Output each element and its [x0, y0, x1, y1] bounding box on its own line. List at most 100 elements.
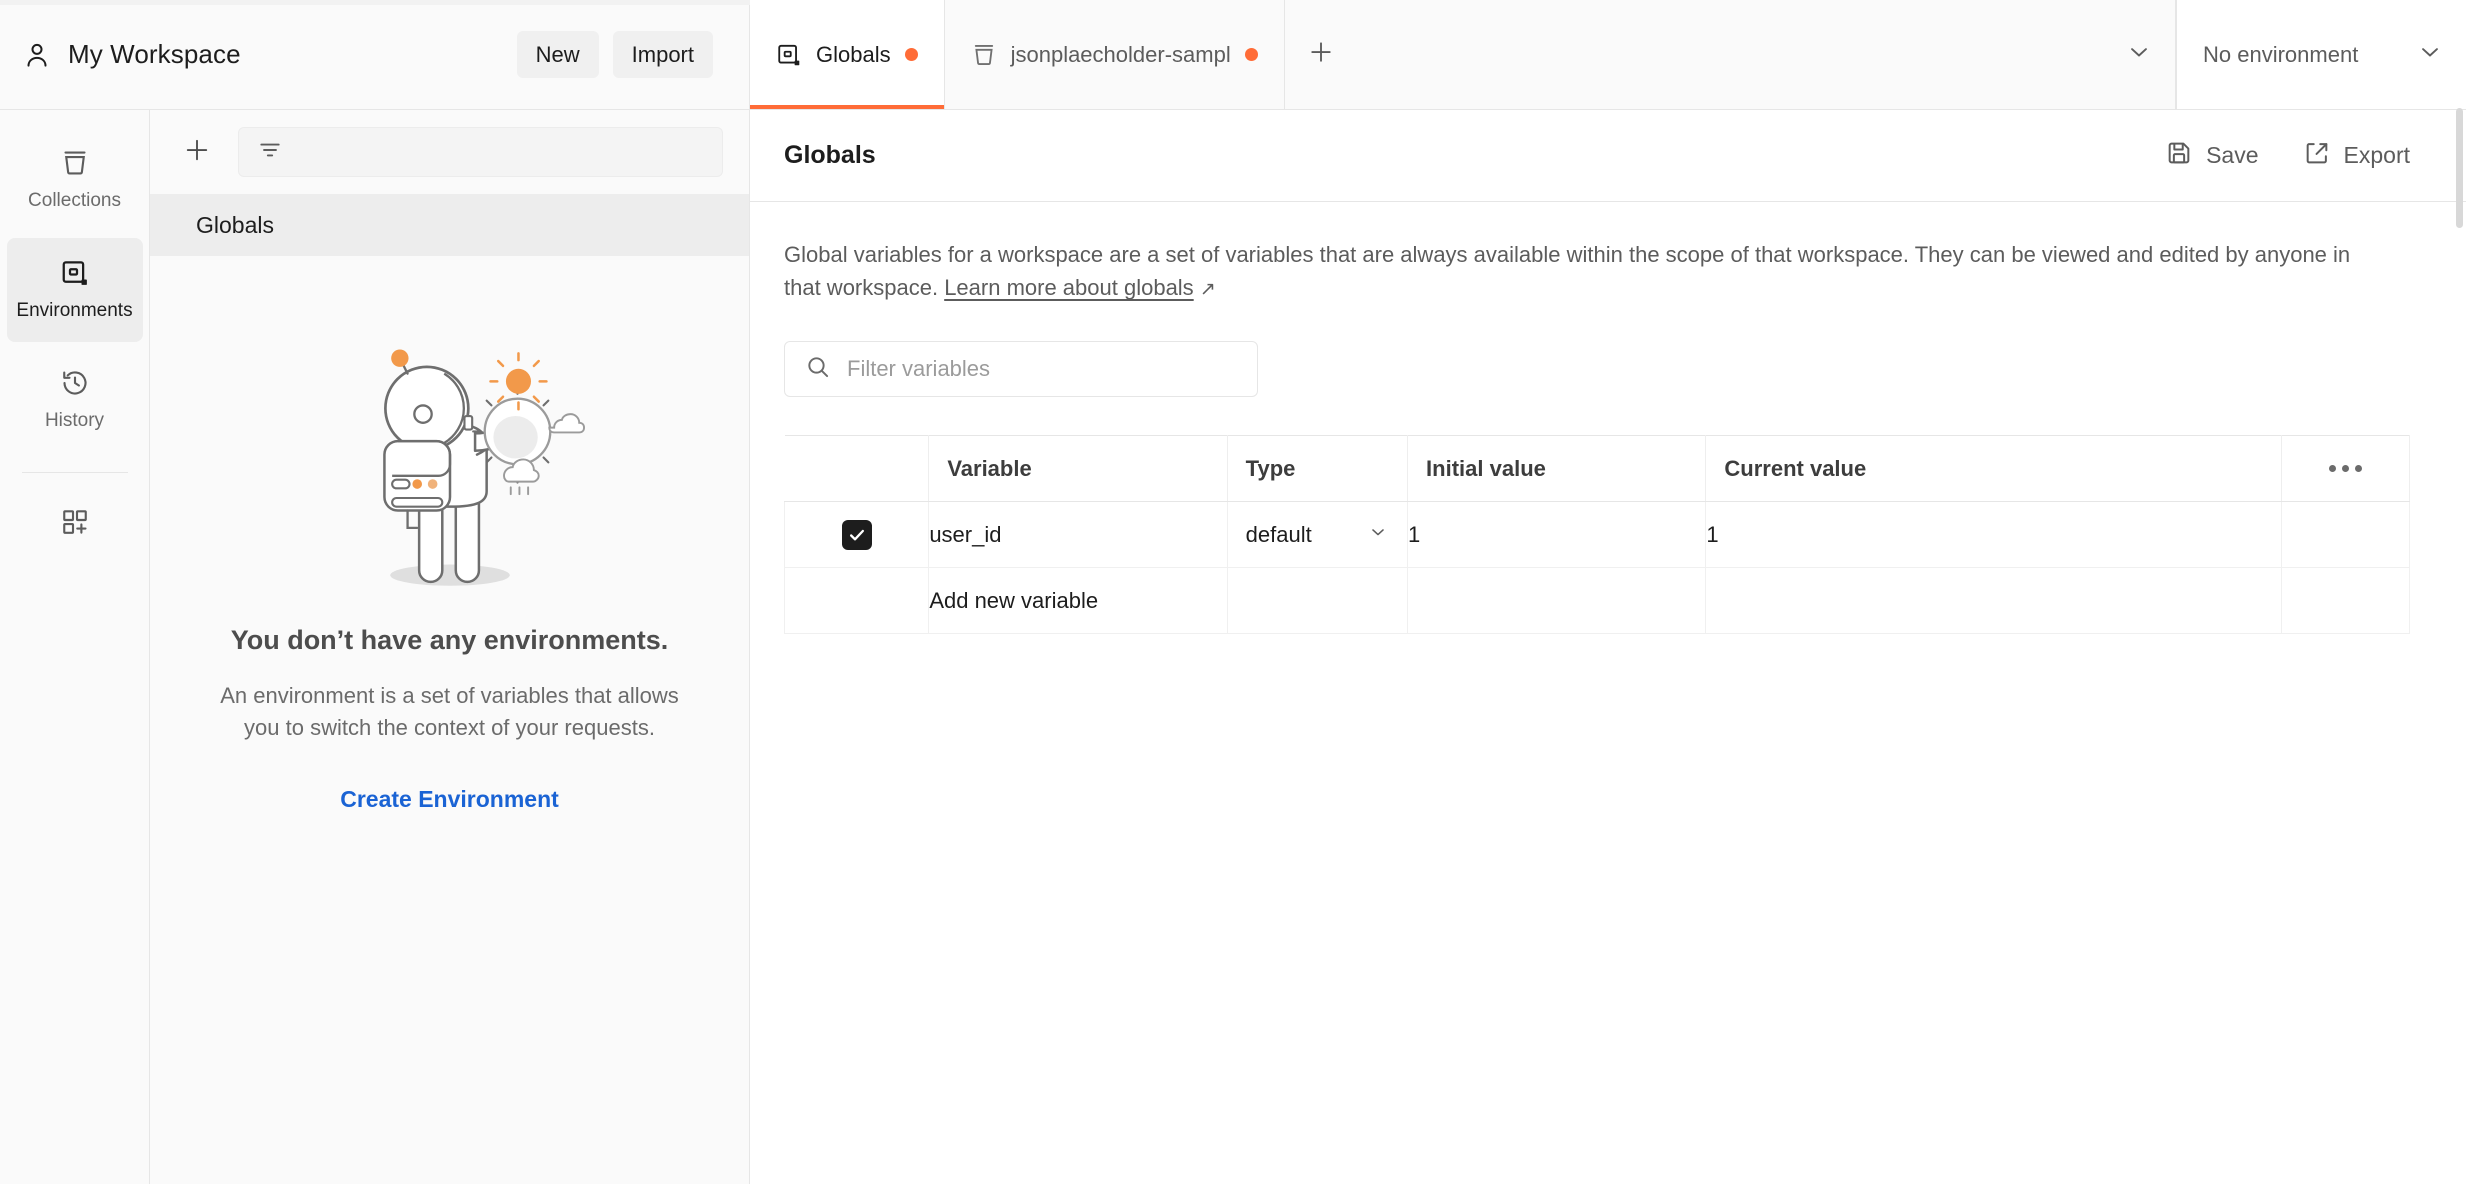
environments-list-panel: Globals You don’t have any environments.… — [150, 110, 750, 1184]
column-header-variable: Variable — [928, 435, 1228, 503]
learn-more-about-globals-link[interactable]: Learn more about globals — [944, 275, 1194, 300]
filter-variables-input[interactable] — [784, 341, 1258, 398]
variables-table: Variable Type Initial value Current valu… — [783, 435, 2410, 635]
save-floppy-icon — [2165, 139, 2193, 172]
sidebar-item-label: Environments — [16, 300, 133, 321]
astronaut-illustration — [315, 336, 585, 625]
workspace-actions: New Import — [516, 30, 713, 79]
chevron-down-icon — [2125, 38, 2153, 71]
export-share-icon — [2303, 139, 2331, 172]
activity-rail: Collections Environments History — [0, 110, 150, 1184]
row-options-cell[interactable] — [2281, 501, 2410, 569]
plus-icon — [182, 135, 212, 170]
add-row-options-cell — [2281, 567, 2410, 635]
row-checkbox-wrapper — [785, 519, 928, 550]
collection-icon — [60, 148, 90, 183]
column-header-type: Type — [1226, 435, 1409, 503]
sidebar-item-collections[interactable]: Collections — [7, 128, 143, 232]
table-row: user_id default 1 1 — [783, 501, 2410, 569]
sidebar-item-history[interactable]: History — [7, 348, 143, 452]
collection-icon — [971, 42, 997, 68]
export-button[interactable]: Export — [2303, 139, 2410, 172]
globals-header-actions: Save Export — [2165, 139, 2410, 172]
empty-state-description: An environment is a set of variables tha… — [220, 683, 679, 740]
export-button-label: Export — [2343, 142, 2410, 168]
environments-empty-state: You don’t have any environments. An envi… — [150, 256, 749, 813]
row-initial-value[interactable]: 1 — [1407, 501, 1707, 569]
workspace-title: My Workspace — [68, 39, 241, 69]
plus-icon — [1306, 37, 1336, 72]
tab-strip: Globals jsonplaecholder-sampl No environ… — [750, 0, 2466, 109]
table-row: Add new variable — [783, 567, 2410, 635]
row-variable-name[interactable]: user_id — [928, 501, 1228, 569]
import-button[interactable]: Import — [612, 30, 713, 79]
postman-app-window: My Workspace New Import Globals jsonplae… — [0, 0, 2466, 1184]
sidebar-item-label: History — [44, 410, 105, 431]
external-link-arrow-icon: ↗ — [1199, 279, 1216, 301]
add-row-current-value-cell[interactable] — [1705, 567, 2283, 635]
grid-plus-icon — [60, 507, 90, 542]
person-icon — [22, 40, 68, 70]
ellipsis-icon — [2282, 465, 2409, 473]
add-row-initial-value-cell[interactable] — [1407, 567, 1707, 635]
row-type-value: default — [1245, 521, 1312, 547]
app-body: Collections Environments History Globals… — [0, 110, 2466, 1184]
table-header-row: Variable Type Initial value Current valu… — [784, 435, 2410, 503]
new-tab-button[interactable] — [1285, 0, 1357, 109]
filter-lines-icon — [257, 137, 283, 168]
chevron-down-icon — [2416, 38, 2444, 71]
environment-icon — [60, 258, 90, 293]
history-clock-icon — [60, 368, 90, 403]
add-new-variable-input[interactable]: Add new variable — [928, 567, 1228, 635]
search-icon — [805, 354, 831, 385]
save-button[interactable]: Save — [2165, 139, 2259, 172]
environment-selector[interactable]: No environment — [2176, 0, 2466, 109]
tab-globals[interactable]: Globals — [750, 0, 945, 109]
row-current-value[interactable]: 1 — [1705, 501, 2283, 569]
globals-content: Global variables for a workspace are a s… — [750, 202, 2466, 1184]
row-type-dropdown[interactable]: default — [1228, 521, 1407, 549]
sidebar-item-environments[interactable]: Environments — [6, 238, 143, 342]
row-enabled-checkbox[interactable] — [841, 519, 872, 550]
environments-list-toolbar — [150, 110, 749, 194]
column-header-select-all[interactable] — [784, 435, 930, 503]
filter-variables-field[interactable] — [847, 356, 1237, 383]
globals-editor-panel: Globals Save Export Global variables for… — [750, 110, 2466, 1184]
rail-divider — [21, 472, 128, 473]
column-header-initial-value: Initial value — [1407, 435, 1707, 503]
add-row-type-cell[interactable] — [1226, 567, 1409, 635]
workspace-bar: My Workspace New Import — [0, 0, 750, 109]
row-type-cell: default — [1226, 501, 1409, 569]
tab-label: jsonplaecholder-sampl — [1010, 41, 1231, 67]
environment-list-item-globals[interactable]: Globals — [150, 194, 749, 256]
top-bar: My Workspace New Import Globals jsonplae… — [0, 0, 2466, 110]
chevron-down-icon — [1367, 521, 1389, 549]
page-title: Globals — [784, 141, 876, 169]
variables-table-head: Variable Type Initial value Current valu… — [784, 435, 2410, 503]
window-scrollbar-thumb[interactable] — [2456, 108, 2463, 228]
sidebar-item-label: Collections — [28, 190, 121, 211]
environment-selector-label: No environment — [2203, 41, 2359, 67]
add-row-enabled-cell — [783, 567, 930, 635]
environments-filter-input[interactable] — [238, 127, 723, 177]
unsaved-indicator-dot[interactable] — [904, 48, 918, 61]
table-options-menu-button[interactable] — [2281, 435, 2410, 503]
tab-strip-spacer — [1357, 0, 2102, 109]
environment-icon — [776, 42, 802, 68]
create-environment-link[interactable]: Create Environment — [340, 786, 559, 813]
tab-jsonplaecholder-sampl[interactable]: jsonplaecholder-sampl — [945, 0, 1285, 109]
sidebar-item-apps[interactable] — [7, 483, 143, 565]
globals-header: Globals Save Export — [750, 110, 2466, 202]
variables-table-body: user_id default 1 1 Add new variable — [783, 501, 2410, 635]
save-button-label: Save — [2206, 142, 2259, 168]
tab-label: Globals — [816, 41, 891, 67]
tab-list: Globals jsonplaecholder-sampl — [750, 0, 1357, 109]
new-button[interactable]: New — [516, 30, 599, 79]
unsaved-indicator-dot[interactable] — [1244, 48, 1258, 61]
globals-description: Global variables for a workspace are a s… — [784, 238, 2384, 305]
create-environment-plus-button[interactable] — [174, 129, 220, 175]
column-header-current-value: Current value — [1705, 435, 2283, 503]
environment-list-item-label: Globals — [196, 211, 274, 238]
empty-state-title: You don’t have any environments. — [230, 625, 669, 655]
tabs-overflow-button[interactable] — [2102, 0, 2176, 109]
